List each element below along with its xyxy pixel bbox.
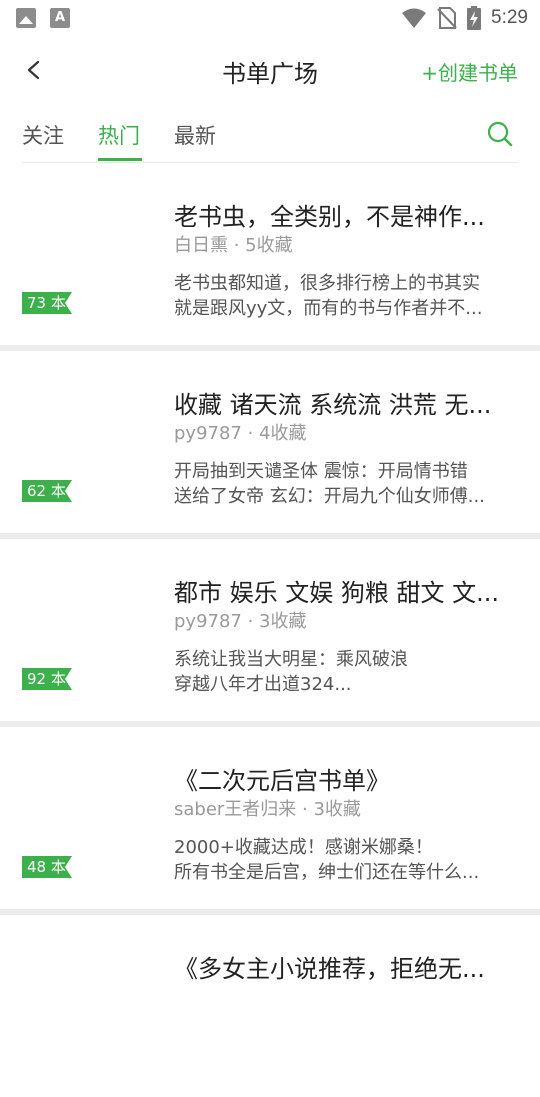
booklist-desc-line2: 穿越八年才出道324... <box>174 674 352 695</box>
active-tab-indicator <box>98 158 142 161</box>
booklist-title: 收藏 诸天流 系统流 洪荒 无... <box>174 391 492 419</box>
booklist-desc-line1: 2000+收藏达成！感谢米娜桑！ <box>174 837 433 858</box>
no-sim-icon <box>437 7 457 29</box>
booklist-meta: saber王者归来 · 3收藏 <box>174 799 361 820</box>
booklist-title: 老书虫，全类别，不是神作... <box>174 203 485 231</box>
book-count-badge: 73 本 <box>22 292 72 314</box>
booklist-item[interactable]: 92 本 都市 娱乐 文娱 狗粮 甜文 文... py9787 · 3收藏 系统… <box>0 539 540 721</box>
booklist-meta: 白日熏 · 5收藏 <box>174 235 293 256</box>
booklist-item[interactable]: 48 本 《二次元后宫书单》 saber王者归来 · 3收藏 2000+收藏达成… <box>0 727 540 909</box>
tab-following[interactable]: 关注 <box>22 120 64 150</box>
booklist-meta: py9787 · 4收藏 <box>174 423 307 444</box>
booklist-desc-line2: 所有书全是后宫，绅士们还在等什么... <box>174 862 480 883</box>
booklist-list: 73 本 老书虫，全类别，不是神作... 白日熏 · 5收藏 老书虫都知道，很多… <box>0 163 540 1097</box>
booklist-item[interactable]: 73 本 老书虫，全类别，不是神作... 白日熏 · 5收藏 老书虫都知道，很多… <box>0 163 540 345</box>
booklist-desc-line2: 送给了女帝 玄幻：开局九个仙女师傅... <box>174 486 485 507</box>
booklist-desc-line2: 就是跟风yy文，而有的书与作者并不... <box>174 298 483 319</box>
booklist-title: 《二次元后宫书单》 <box>174 767 390 795</box>
booklist-title: 《多女主小说推荐，拒绝无... <box>174 955 485 983</box>
wifi-icon <box>402 8 427 28</box>
book-count-badge: 92 本 <box>22 668 72 690</box>
booklist-meta: py9787 · 3收藏 <box>174 611 307 632</box>
booklist-desc-line1: 系统让我当大明星：乘风破浪 <box>174 649 408 670</box>
status-bar: A 5:29 <box>0 0 540 36</box>
clock: 5:29 <box>491 7 528 28</box>
create-booklist-button[interactable]: +创建书单 <box>421 57 518 86</box>
book-count-badge: 48 本 <box>22 856 72 878</box>
notification-icons: A <box>16 8 70 28</box>
battery-charging-icon <box>467 6 482 30</box>
booklist-item[interactable]: 62 本 收藏 诸天流 系统流 洪荒 无... py9787 · 4收藏 开局抽… <box>0 351 540 533</box>
tab-bar: 关注 热门 最新 <box>22 104 518 163</box>
search-icon[interactable] <box>486 120 514 148</box>
booklist-item[interactable]: 《多女主小说推荐，拒绝无... <box>0 915 540 1097</box>
text-icon: A <box>50 8 70 28</box>
booklist-desc-line1: 开局抽到天谴圣体 震惊：开局情书错 <box>174 461 468 482</box>
system-icons: 5:29 <box>401 6 528 30</box>
tab-latest[interactable]: 最新 <box>174 120 216 150</box>
book-count-badge: 62 本 <box>22 480 72 502</box>
booklist-desc-line1: 老书虫都知道，很多排行榜上的书其实 <box>174 273 480 294</box>
image-icon <box>16 8 36 28</box>
tab-popular[interactable]: 热门 <box>98 120 140 150</box>
title-bar: 书单广场 +创建书单 <box>0 36 540 104</box>
booklist-title: 都市 娱乐 文娱 狗粮 甜文 文... <box>174 579 500 607</box>
